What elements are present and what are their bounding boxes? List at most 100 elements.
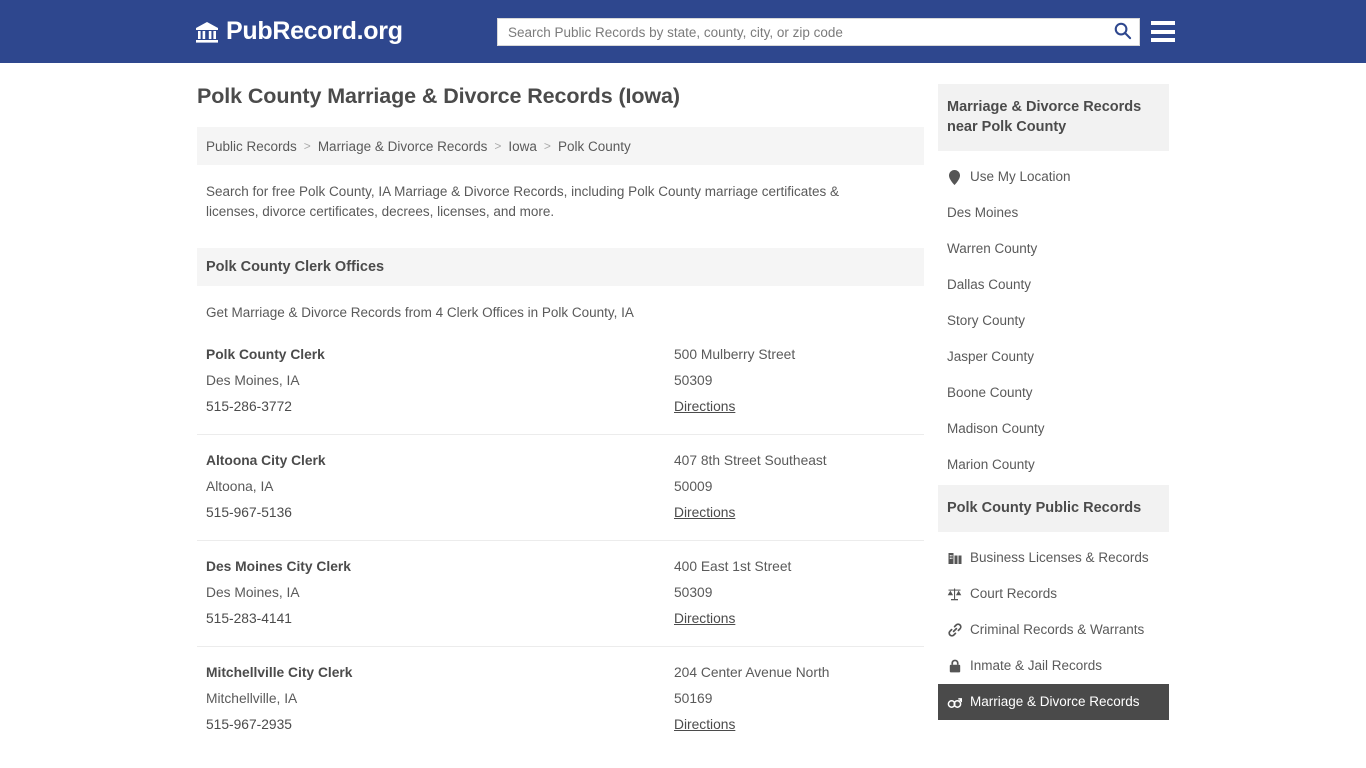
office-phone: 515-967-2935 — [206, 717, 292, 732]
main-column: Polk County Marriage & Divorce Records (… — [197, 84, 924, 768]
sidebar-nearby-heading: Marriage & Divorce Records near Polk Cou… — [938, 84, 1169, 151]
sidebar-item-label: Des Moines — [947, 205, 1019, 220]
sidebar: Marriage & Divorce Records near Polk Cou… — [938, 84, 1169, 768]
office-details: Altoona City Clerk Altoona, IA 515-967-5… — [206, 448, 674, 526]
sidebar-item-marion-county[interactable]: Marion County — [938, 447, 1169, 483]
logo-text: PubRecord.org — [226, 17, 403, 45]
breadcrumb-item-marriage-divorce-records[interactable]: Marriage & Divorce Records — [318, 139, 488, 154]
hamburger-menu-icon[interactable] — [1151, 19, 1175, 44]
page-title: Polk County Marriage & Divorce Records (… — [197, 84, 680, 108]
sidebar-item-label: Court Records — [970, 586, 1058, 601]
breadcrumb-item-public-records[interactable]: Public Records — [206, 139, 297, 154]
directions-link[interactable]: Directions — [674, 500, 735, 526]
content-container: Polk County Marriage & Divorce Records (… — [197, 84, 1169, 768]
office-name: Des Moines City Clerk — [206, 559, 351, 574]
bank-building-icon — [195, 20, 219, 44]
directions-link[interactable]: Directions — [674, 606, 735, 632]
sidebar-item-court-records[interactable]: Court Records — [938, 576, 1169, 612]
sidebar-item-label: Boone County — [947, 385, 1033, 400]
sidebar-public-records-list: Business Licenses & Records Court Record… — [938, 532, 1169, 720]
sidebar-nearby-list: Use My Location Des Moines Warren County… — [938, 151, 1169, 483]
sidebar-item-criminal-records[interactable]: Criminal Records & Warrants — [938, 612, 1169, 648]
search-icon — [1113, 21, 1132, 43]
hamburger-bar — [1151, 29, 1175, 34]
hamburger-bar — [1151, 21, 1175, 25]
site-logo[interactable]: PubRecord.org — [195, 19, 403, 44]
sidebar-item-madison-county[interactable]: Madison County — [938, 411, 1169, 447]
sidebar-item-label: Marriage & Divorce Records — [970, 694, 1140, 709]
office-address: 400 East 1st Street 50309 Directions — [674, 554, 915, 632]
sidebar-item-business-licenses[interactable]: Business Licenses & Records — [938, 540, 1169, 576]
sidebar-item-label: Madison County — [947, 421, 1045, 436]
breadcrumb-separator: > — [494, 139, 502, 153]
sidebar-item-marriage-divorce-records[interactable]: Marriage & Divorce Records — [938, 684, 1169, 720]
office-address: 500 Mulberry Street 50309 Directions — [674, 342, 915, 420]
office-address: 407 8th Street Southeast 50009 Direction… — [674, 448, 915, 526]
office-city-state: Mitchellville, IA — [206, 691, 298, 706]
office-zip: 50309 — [674, 585, 713, 600]
sidebar-item-label: Business Licenses & Records — [970, 550, 1149, 565]
directions-link[interactable]: Directions — [674, 394, 735, 420]
sidebar-item-use-my-location[interactable]: Use My Location — [938, 159, 1169, 195]
office-phone: 515-967-5136 — [206, 505, 292, 520]
table-row: Des Moines City Clerk Des Moines, IA 515… — [197, 540, 924, 646]
sidebar-item-label: Story County — [947, 313, 1026, 328]
table-row: Altoona City Clerk Altoona, IA 515-967-5… — [197, 434, 924, 540]
office-zip: 50169 — [674, 691, 713, 706]
office-street: 500 Mulberry Street — [674, 347, 796, 362]
breadcrumb: Public Records > Marriage & Divorce Reco… — [197, 127, 924, 165]
office-details: Polk County Clerk Des Moines, IA 515-286… — [206, 342, 674, 420]
sidebar-item-label: Dallas County — [947, 277, 1032, 292]
sidebar-item-label: Inmate & Jail Records — [970, 658, 1103, 673]
office-name: Mitchellville City Clerk — [206, 665, 353, 680]
office-details: Mitchellville City Clerk Mitchellville, … — [206, 660, 674, 738]
office-street: 204 Center Avenue North — [674, 665, 830, 680]
section-header-clerk-offices: Polk County Clerk Offices — [197, 248, 924, 286]
breadcrumb-separator: > — [303, 139, 311, 153]
breadcrumb-item-polk-county[interactable]: Polk County — [558, 139, 631, 154]
office-phone: 515-286-3772 — [206, 399, 292, 414]
gender-symbols-icon — [947, 695, 962, 710]
sidebar-item-label: Use My Location — [970, 169, 1071, 184]
sidebar-item-dallas-county[interactable]: Dallas County — [938, 267, 1169, 303]
site-header: PubRecord.org — [0, 0, 1366, 63]
office-list: Polk County Clerk Des Moines, IA 515-286… — [197, 329, 924, 752]
sidebar-item-label: Criminal Records & Warrants — [970, 622, 1145, 637]
table-row: Mitchellville City Clerk Mitchellville, … — [197, 646, 924, 752]
office-street: 407 8th Street Southeast — [674, 453, 827, 468]
sidebar-item-boone-county[interactable]: Boone County — [938, 375, 1169, 411]
intro-text: Search for free Polk County, IA Marriage… — [206, 184, 840, 219]
page-body: Polk County Marriage & Divorce Records (… — [0, 63, 1366, 768]
office-name: Altoona City Clerk — [206, 453, 326, 468]
office-address: 204 Center Avenue North 50169 Directions — [674, 660, 915, 738]
sidebar-nearby-box: Marriage & Divorce Records near Polk Cou… — [938, 84, 1169, 483]
office-city-state: Des Moines, IA — [206, 373, 300, 388]
sidebar-public-records-box: Polk County Public Records Business Lice… — [938, 485, 1169, 720]
hamburger-bar — [1151, 38, 1175, 42]
sidebar-public-records-heading: Polk County Public Records — [938, 485, 1169, 532]
office-street: 400 East 1st Street — [674, 559, 792, 574]
sidebar-item-warren-county[interactable]: Warren County — [938, 231, 1169, 267]
search-button[interactable] — [1105, 19, 1139, 45]
sidebar-item-label: Marion County — [947, 457, 1035, 472]
map-pin-icon — [947, 169, 962, 185]
section-title: Polk County Clerk Offices — [206, 259, 385, 275]
office-zip: 50009 — [674, 479, 713, 494]
sidebar-item-inmate-jail-records[interactable]: Inmate & Jail Records — [938, 648, 1169, 684]
office-details: Des Moines City Clerk Des Moines, IA 515… — [206, 554, 674, 632]
directions-link[interactable]: Directions — [674, 712, 735, 738]
scales-icon — [947, 587, 962, 602]
breadcrumb-separator: > — [543, 139, 551, 153]
office-name: Polk County Clerk — [206, 347, 325, 362]
link-chain-icon — [947, 623, 962, 638]
building-icon — [947, 551, 962, 566]
breadcrumb-item-iowa[interactable]: Iowa — [508, 139, 537, 154]
office-zip: 50309 — [674, 373, 713, 388]
table-row: Polk County Clerk Des Moines, IA 515-286… — [197, 329, 924, 434]
search-input[interactable] — [498, 19, 1105, 45]
lock-icon — [947, 659, 962, 674]
sidebar-item-jasper-county[interactable]: Jasper County — [938, 339, 1169, 375]
sidebar-item-des-moines[interactable]: Des Moines — [938, 195, 1169, 231]
sidebar-item-story-county[interactable]: Story County — [938, 303, 1169, 339]
section-note: Get Marriage & Divorce Records from 4 Cl… — [206, 305, 634, 320]
